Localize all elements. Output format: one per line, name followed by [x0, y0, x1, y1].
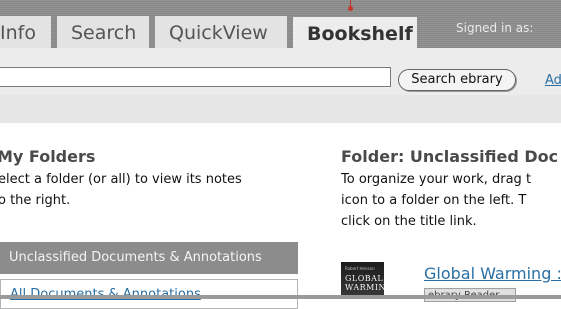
my-folders-description: elect a folder (or all) to view its note…	[0, 169, 298, 211]
tab-search-label: Search	[71, 22, 137, 44]
folder-view-line1: To organize your work, drag t	[341, 172, 532, 187]
book-cover-image[interactable]: Robert Henson GLOBAL WARMING	[341, 262, 384, 299]
tab-info-label: Info	[0, 22, 36, 44]
tab-info[interactable]: Info	[0, 16, 51, 48]
tab-bookshelf-label: Bookshelf	[307, 23, 413, 45]
folder-view-line2: icon to a folder on the left. T	[341, 193, 527, 208]
folder-view-description: To organize your work, drag t icon to a …	[341, 169, 561, 232]
folder-view-heading: Folder: Unclassified Doc	[341, 147, 559, 166]
search-ebrary-button[interactable]: Search ebrary	[398, 69, 516, 91]
my-folders-description-line1: elect a folder (or all) to view its note…	[0, 172, 242, 187]
my-folders-heading: My Folders	[0, 147, 96, 166]
book-cover-title: GLOBAL WARMING	[345, 274, 384, 292]
signed-in-text: Signed in as:	[456, 21, 534, 35]
tab-bookshelf[interactable]: Bookshelf	[293, 17, 417, 49]
book-cover-title-line1: GLOBAL	[345, 274, 384, 283]
folder-item-unclassified-label: Unclassified Documents & Annotations	[9, 250, 262, 265]
tab-quickview-label: QuickView	[169, 22, 268, 44]
tab-quickview[interactable]: QuickView	[155, 16, 287, 48]
folder-item-all[interactable]: All Documents & Annotations	[0, 279, 298, 309]
book-cover-author: Robert Henson	[345, 266, 375, 271]
red-pointer-marker	[348, 0, 353, 11]
search-input[interactable]	[0, 67, 391, 87]
tab-search[interactable]: Search	[57, 16, 149, 48]
my-folders-description-line2: o the right.	[0, 193, 71, 208]
book-cover-title-line2: WARMING	[345, 283, 384, 292]
bottom-divider	[0, 295, 561, 299]
folder-view-line3: click on the title link.	[341, 214, 477, 229]
folder-item-unclassified[interactable]: Unclassified Documents & Annotations	[0, 242, 298, 274]
advanced-search-link[interactable]: Ad	[545, 73, 561, 88]
document-title-link[interactable]: Global Warming :	[424, 264, 561, 283]
toolbar-strip	[0, 95, 561, 123]
